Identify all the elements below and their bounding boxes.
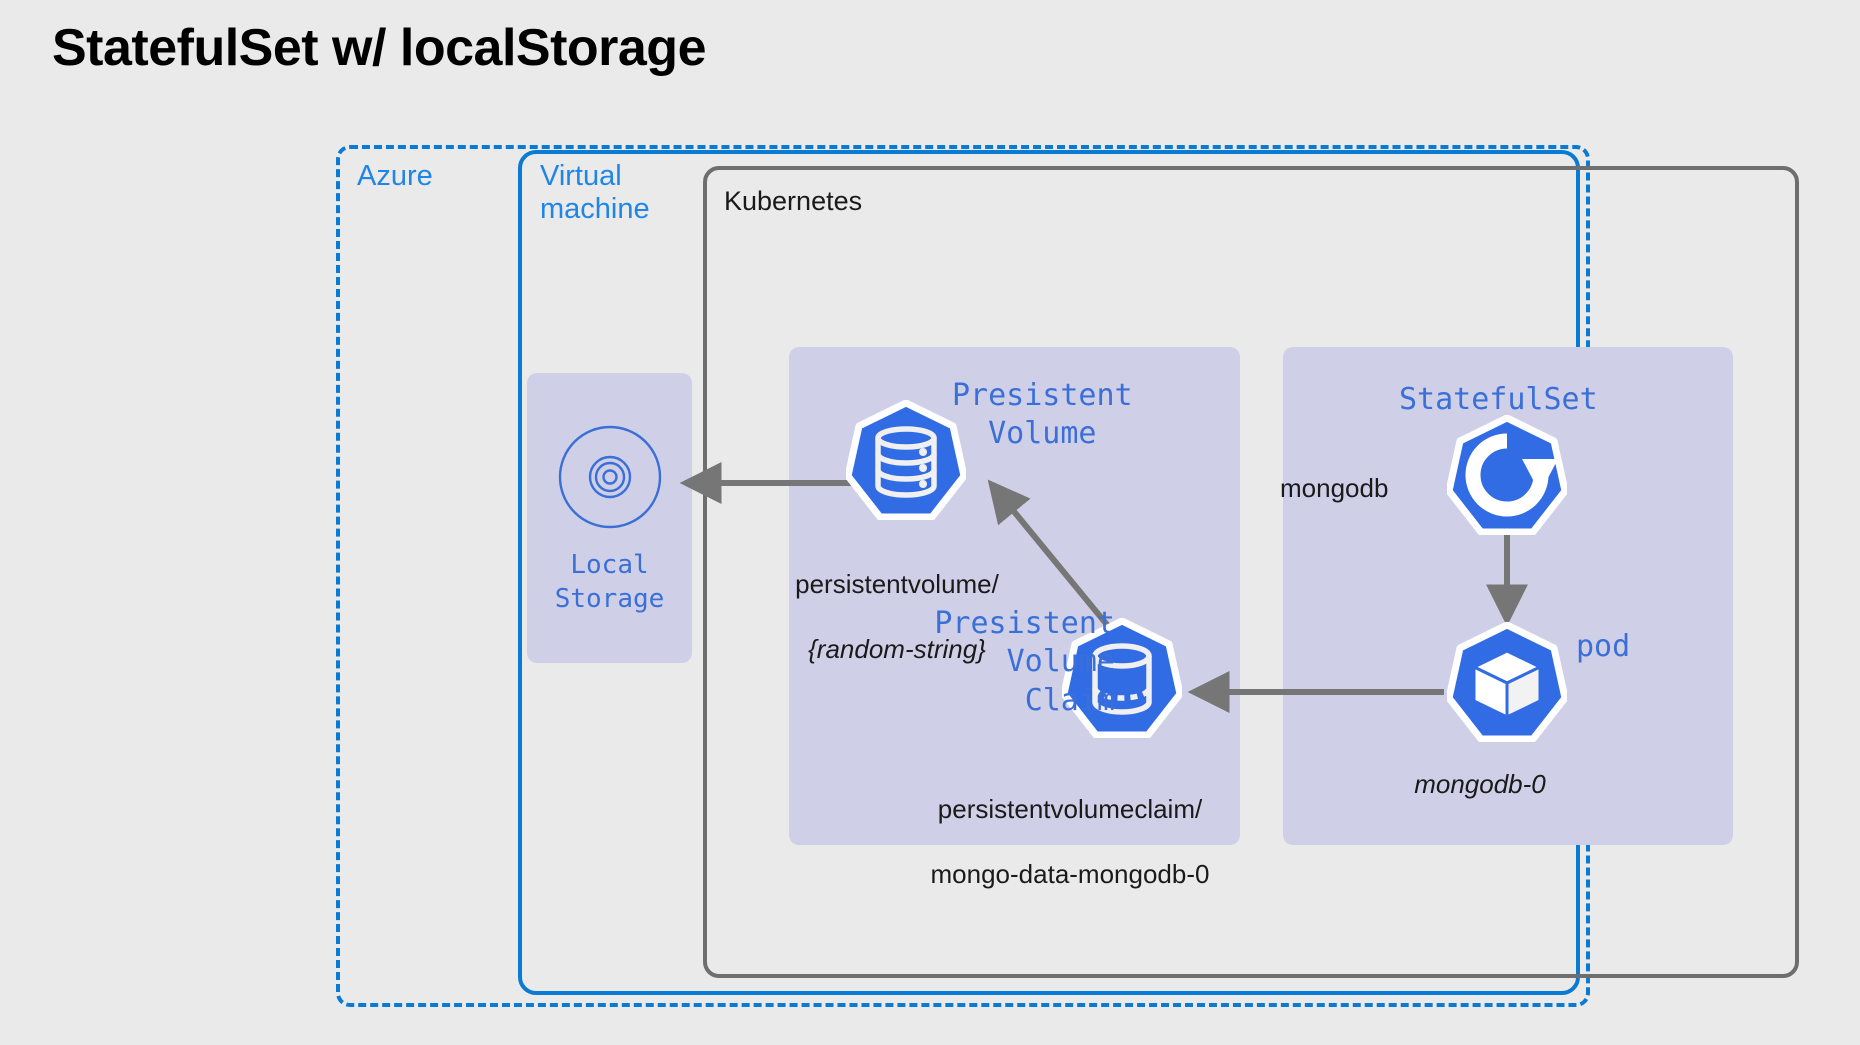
disc-icon <box>558 425 662 529</box>
kubernetes-boundary-label: Kubernetes <box>724 186 863 216</box>
page-title: StatefulSet w/ localStorage <box>52 19 707 77</box>
pod-title: pod <box>1576 629 1631 664</box>
persistent-volume-title: Presistent Volume <box>952 378 1133 452</box>
statefulset-rotate-icon <box>1447 415 1567 535</box>
pod-cube-icon <box>1447 622 1567 742</box>
persistent-volume-claim-title: Presistent Volume Claim <box>934 606 1115 718</box>
database-stack-icon <box>846 400 966 520</box>
persistent-volume-claim-caption: persistentvolumeclaim/ mongo-data-mongod… <box>870 760 1270 890</box>
virtual-machine-boundary-label: Virtual machine <box>540 160 650 226</box>
azure-boundary-label: Azure <box>357 160 433 192</box>
persistent-volume-claim-caption-line2: mongo-data-mongodb-0 <box>930 858 1210 889</box>
statefulset-title: StatefulSet <box>1399 382 1598 417</box>
persistent-volume-caption-line1: persistentvolume/ <box>795 568 999 599</box>
statefulset-name: mongodb <box>1280 473 1389 503</box>
pod-name: mongodb-0 <box>1414 769 1546 799</box>
persistent-volume-claim-caption-line1: persistentvolumeclaim/ <box>937 793 1203 824</box>
local-storage-title: Local Storage <box>554 550 665 614</box>
